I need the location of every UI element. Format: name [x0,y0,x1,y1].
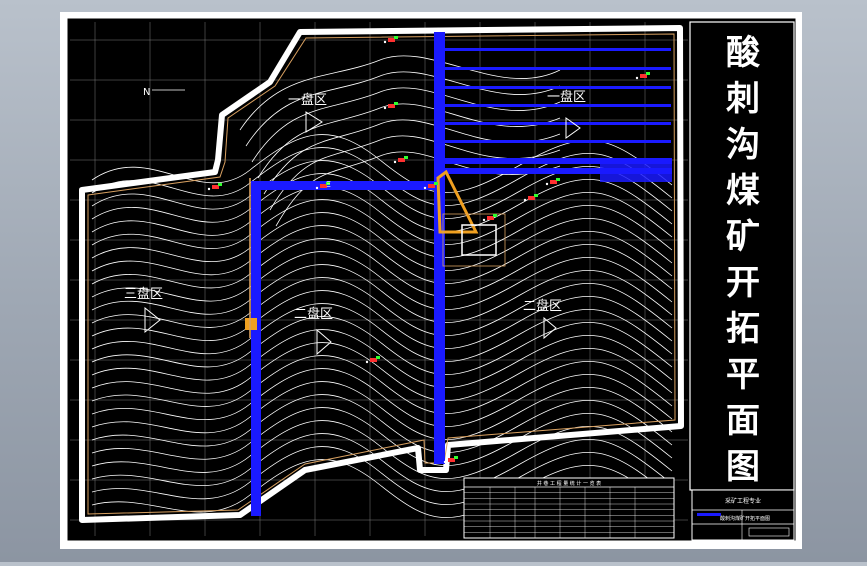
title-char: 煤 [726,171,760,211]
connecting-roadway [251,181,437,190]
title-block: 采矿工程专业 酸刺沟煤矿开拓平面图 [691,489,795,541]
quantity-table: 井 巷 工 程 量 统 计 一 览 表 [463,477,675,539]
north-arrow-icon: N [143,87,150,98]
title-char: 拓 [726,309,760,349]
title-char: 刺 [726,79,760,119]
shaft-symbol-icon: Ξ [326,180,331,189]
zone-label: 二盘区 [523,298,562,314]
face-roadway [445,86,671,89]
title-char: 酸 [726,33,761,73]
mine-plan-drawing: 一盘区 一盘区 三盘区 二盘区 二盘区 N Ξ 酸刺沟煤矿开拓平面图 井 巷 工… [60,12,802,549]
title-char: 沟 [726,125,760,165]
title-char: 面 [726,401,760,441]
zone-label: 三盘区 [124,286,163,302]
cad-viewport[interactable]: 一盘区 一盘区 三盘区 二盘区 二盘区 N Ξ 酸刺沟煤矿开拓平面图 井 巷 工… [0,0,867,562]
east-roadway-junction [600,160,672,182]
title-char: 图 [726,447,760,487]
title-char: 开 [726,263,760,303]
face-roadway [445,122,671,125]
boundary-pillar [249,178,251,338]
title-char: 矿 [726,217,760,257]
title-panel: 酸刺沟煤矿开拓平面图 [689,21,795,491]
title-char: 平 [726,355,760,395]
table-heading: 井 巷 工 程 量 统 计 一 览 表 [537,480,601,487]
zone-label: 一盘区 [547,89,586,105]
face-roadway [445,48,671,51]
zone-label: 二盘区 [294,306,333,322]
title-block-line1: 采矿工程专业 [725,497,761,505]
legend-roadway [697,513,721,516]
title-block-line2: 酸刺沟煤矿开拓平面图 [720,515,770,522]
west-main-roadway [251,181,261,516]
face-roadway [445,140,671,143]
zone-label: 一盘区 [288,92,327,108]
face-roadway [445,67,671,70]
